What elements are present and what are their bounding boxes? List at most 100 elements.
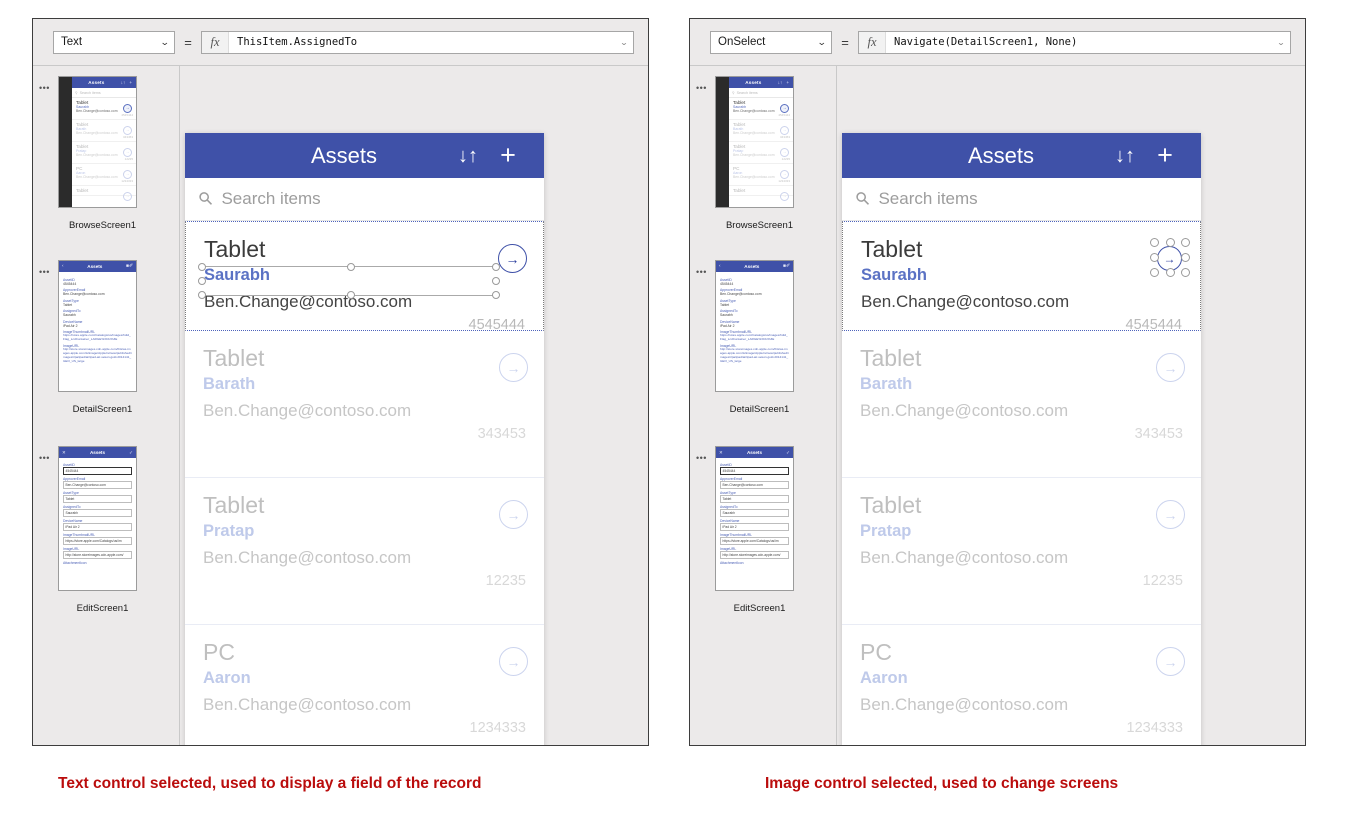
mini-detail-header: ‹ Assets ■ ✐ xyxy=(59,261,136,272)
mini-field-value: 4545444 xyxy=(720,281,734,286)
gallery-row[interactable]: Tablet Barath Ben.Change@contoso.com 343… xyxy=(185,331,544,478)
row-assignee: Barath xyxy=(860,375,913,394)
thumbnail-editscreen1[interactable]: ••• ✕ Assets ✓ AssetID 4545444 ApproverE… xyxy=(33,444,179,624)
thumbnail-browsescreen1[interactable]: ••• Assets ↓↑ + ⚲ Search items Tablet Sa… xyxy=(690,74,836,254)
gallery-row-selected[interactable]: Tablet Saurabh Ben.Change@contoso.com 45… xyxy=(842,221,1201,333)
row-title: Tablet xyxy=(860,345,922,371)
navigate-arrow-icon[interactable]: → xyxy=(1156,500,1185,529)
sort-icon[interactable]: ↓↑ xyxy=(448,146,488,166)
row-email: Ben.Change@contoso.com xyxy=(203,401,412,421)
thumbnail-detailscreen1[interactable]: ••• ‹ Assets ■ ✐ AssetID 4545444 Approve… xyxy=(690,258,836,438)
row-title: Tablet xyxy=(203,492,265,518)
property-dropdown-value: Text xyxy=(61,36,83,48)
thumbnail-menu-icon[interactable]: ••• xyxy=(696,84,707,93)
navigate-arrow-icon[interactable]: → xyxy=(1156,353,1185,382)
mini-header: Assets ↓↑ + xyxy=(729,77,793,88)
fx-icon: fx xyxy=(859,31,886,53)
formula-input-left[interactable]: fx ThisItem.AssignedTo ⌄ xyxy=(201,30,635,54)
property-dropdown-right[interactable]: OnSelect ⌄ xyxy=(710,30,832,54)
thumbnail-menu-icon[interactable]: ••• xyxy=(696,268,707,277)
mini-field-input: iPad Air 2 xyxy=(63,523,132,531)
panel-body-left: ••• Assets ↓↑ + ⚲ Search items Tablet Sa… xyxy=(33,65,648,745)
resize-handle-se[interactable] xyxy=(1181,268,1190,277)
mini-edit-body: AssetID 4545444 ApproverEmail Ben.Change… xyxy=(716,458,793,568)
thumbnail-frame: ‹ Assets ■ ✐ AssetID 4545444 ApproverEma… xyxy=(715,260,794,392)
app-header: Assets ↓↑ + xyxy=(842,133,1201,178)
navigate-arrow-icon[interactable]: → xyxy=(1156,647,1185,676)
mini-row-number: 4545444 xyxy=(121,113,133,117)
row-assignee[interactable]: Saurabh xyxy=(204,266,525,285)
gallery-row[interactable]: Tablet Pratap Ben.Change@contoso.com 122… xyxy=(185,478,544,625)
gallery-row-selected[interactable]: Tablet Saurabh Ben.Change@contoso.com 45… xyxy=(185,221,544,333)
sort-icon[interactable]: ↓↑ xyxy=(1105,146,1145,166)
phone-preview-left: Assets ↓↑ + ⚲ Search items Tablet Saurab… xyxy=(185,133,544,745)
thumbnail-editscreen1[interactable]: ••• ✕ Assets ✓ AssetID 4545444 ApproverE… xyxy=(690,444,836,624)
thumbnail-menu-icon[interactable]: ••• xyxy=(39,454,50,463)
mini-field-input: http://store.storeimages.cdn-apple.com/ xyxy=(720,551,789,559)
mini-arrow-icon: → xyxy=(123,126,132,135)
expand-formula-icon[interactable]: ⌄ xyxy=(1269,38,1292,47)
navigate-arrow-icon[interactable]: → xyxy=(499,647,528,676)
gallery-row[interactable]: Tablet Pratap Ben.Change@contoso.com 122… xyxy=(842,478,1201,625)
thumbnail-label: EditScreen1 xyxy=(733,603,786,614)
mini-field-value: Saurabh xyxy=(720,313,733,317)
thumbnail-menu-icon[interactable]: ••• xyxy=(39,268,50,277)
row-title: Tablet xyxy=(860,492,922,518)
mini-footer-label: AttachmentIcon xyxy=(63,561,87,565)
thumbnail-menu-icon[interactable]: ••• xyxy=(696,454,707,463)
mini-row: PC Aaron Ben.Change@contoso.com 1234333 … xyxy=(72,164,136,186)
thumbnail-menu-icon[interactable]: ••• xyxy=(39,84,50,93)
property-dropdown-left[interactable]: Text ⌄ xyxy=(53,30,175,54)
expand-formula-icon[interactable]: ⌄ xyxy=(612,38,635,47)
navigate-arrow-icon[interactable]: → xyxy=(499,500,528,529)
mini-edit-header: ✕ Assets ✓ xyxy=(59,447,136,458)
formula-input-right[interactable]: fx Navigate(DetailScreen1, None) ⌄ xyxy=(858,30,1292,54)
add-icon[interactable]: + xyxy=(488,142,528,169)
app-title: Assets xyxy=(967,142,1035,168)
mini-field-value: https://store.apple.com/Catalogs/us/imag… xyxy=(720,333,788,341)
mini-field-input: Saurabh xyxy=(63,509,132,517)
search-bar[interactable]: ⚲ Search items xyxy=(185,178,544,221)
caption-left: Text control selected, used to display a… xyxy=(58,775,482,792)
mini-field-value: iPad Air 2 xyxy=(720,323,735,328)
navigate-arrow-icon[interactable]: → xyxy=(499,353,528,382)
navigate-arrow-icon[interactable]: → xyxy=(1157,246,1182,271)
design-canvas-right[interactable]: Assets ↓↑ + ⚲ Search items Tablet Saurab… xyxy=(837,66,1305,745)
mini-row-number: 12235 xyxy=(124,157,133,161)
mini-row: Tablet Saurabh Ben.Change@contoso.com 45… xyxy=(729,98,793,120)
thumbnail-detailscreen1[interactable]: ••• ‹ Assets ■ ✐ AssetID 4545444 Approve… xyxy=(33,258,179,438)
mini-arrow-icon: → xyxy=(123,170,132,179)
row-assignee: Saurabh xyxy=(861,266,928,285)
mini-arrow-icon: → xyxy=(780,126,789,135)
row-number: 12235 xyxy=(1142,573,1183,590)
row-email: Ben.Change@contoso.com xyxy=(860,401,1069,421)
row-title: Tablet xyxy=(203,345,265,371)
thumbnail-browsescreen1[interactable]: ••• Assets ↓↑ + ⚲ Search items Tablet Sa… xyxy=(33,74,179,254)
mini-row: Tablet Pratap Ben.Change@contoso.com 122… xyxy=(729,142,793,164)
add-icon[interactable]: + xyxy=(1145,142,1185,169)
gallery-row[interactable]: Tablet Barath Ben.Change@contoso.com 343… xyxy=(842,331,1201,478)
mini-edit-icon: ✐ xyxy=(785,264,790,269)
row-number: 343453 xyxy=(477,426,526,443)
mini-arrow-icon: → xyxy=(780,148,789,157)
mini-field-input: http://store.storeimages.cdn-apple.com/ xyxy=(63,551,132,559)
mini-side-rail xyxy=(59,77,72,207)
gallery-row[interactable]: PC Aaron Ben.Change@contoso.com 1234333 … xyxy=(185,625,544,745)
row-number: 1234333 xyxy=(469,720,526,737)
mini-arrow-icon: → xyxy=(123,192,132,201)
resize-handle-e[interactable] xyxy=(1181,253,1190,262)
thumbnail-frame: Assets ↓↑ + ⚲ Search items Tablet Saurab… xyxy=(58,76,137,208)
resize-handle-ne[interactable] xyxy=(1181,238,1190,247)
search-bar[interactable]: ⚲ Search items xyxy=(842,178,1201,221)
gallery-row[interactable]: PC Aaron Ben.Change@contoso.com 1234333 … xyxy=(842,625,1201,745)
thumbnail-frame: Assets ↓↑ + ⚲ Search items Tablet Saurab… xyxy=(715,76,794,208)
design-canvas-left[interactable]: Assets ↓↑ + ⚲ Search items Tablet Saurab… xyxy=(180,66,648,745)
navigate-arrow-icon[interactable]: → xyxy=(498,244,527,273)
phone-preview-right: Assets ↓↑ + ⚲ Search items Tablet Saurab… xyxy=(842,133,1201,745)
mini-edit-header: ✕ Assets ✓ xyxy=(716,447,793,458)
mini-row: Tablet → xyxy=(729,186,793,201)
row-title: PC xyxy=(203,639,235,665)
mini-field-value: Tablet xyxy=(63,302,73,307)
row-number: 12235 xyxy=(485,573,526,590)
mini-row: Tablet Pratap Ben.Change@contoso.com 122… xyxy=(72,142,136,164)
